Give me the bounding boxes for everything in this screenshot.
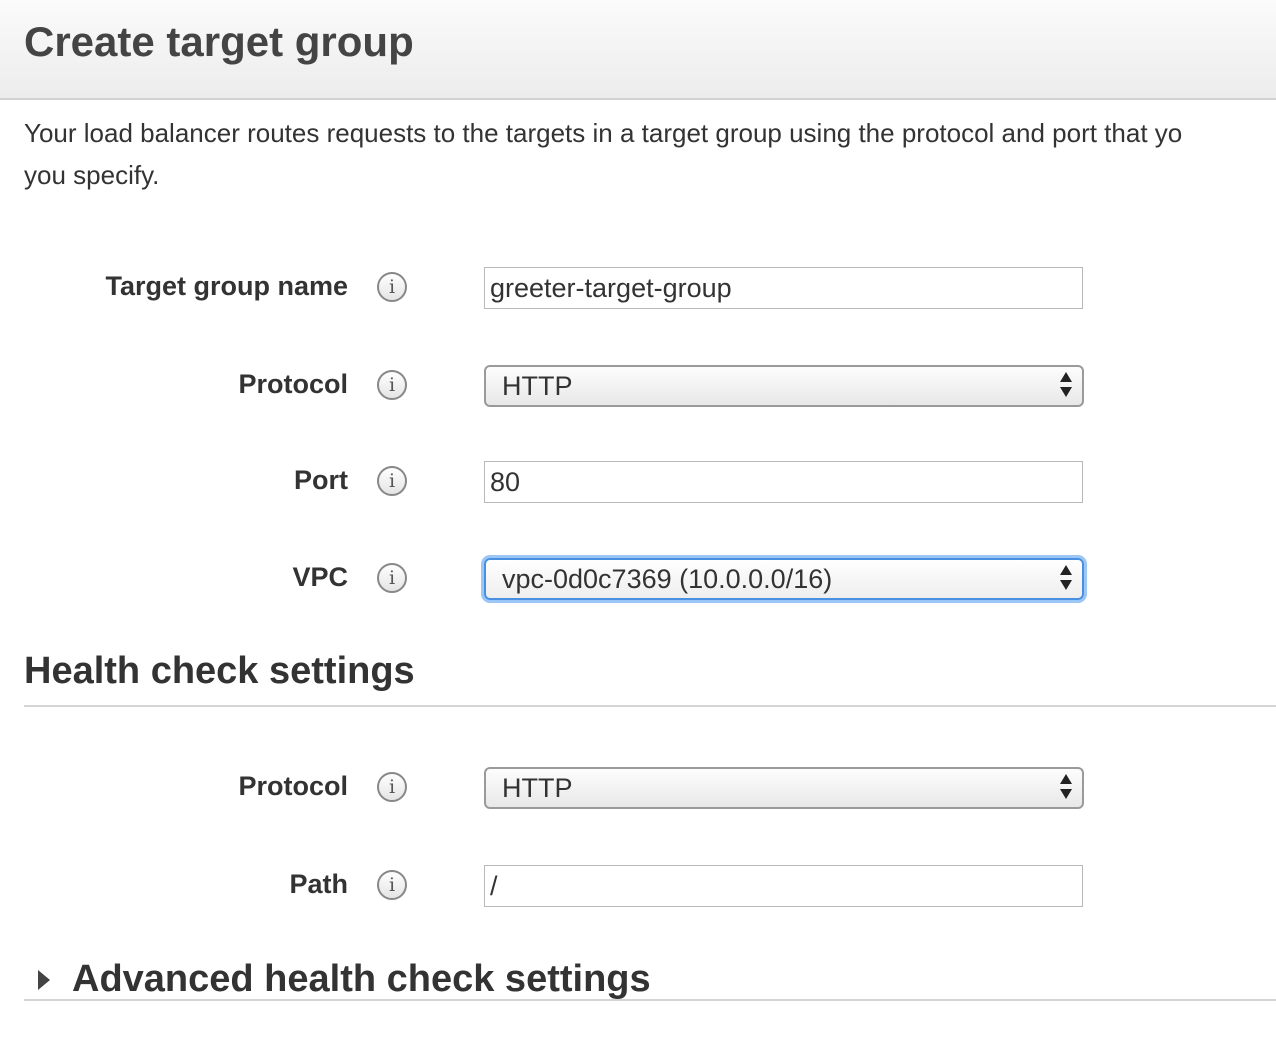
advanced-health-check-title: Advanced health check settings: [72, 958, 651, 1000]
select-arrows-icon: [1060, 772, 1074, 804]
health-check-settings-title: Health check settings: [24, 650, 415, 692]
port-row: Port i: [0, 461, 1276, 505]
vpc-row: VPC i vpc-0d0c7369 (10.0.0.0/16): [0, 558, 1276, 602]
section-divider: [24, 705, 1276, 707]
section-divider: [24, 999, 1276, 1001]
vpc-label: VPC: [292, 562, 348, 592]
port-input[interactable]: [484, 461, 1083, 503]
info-icon[interactable]: i: [377, 772, 407, 802]
health-check-protocol-value: HTTP: [502, 773, 573, 803]
health-check-path-label: Path: [289, 869, 348, 899]
health-check-path-input[interactable]: [484, 865, 1083, 907]
vpc-select[interactable]: vpc-0d0c7369 (10.0.0.0/16): [484, 558, 1084, 600]
protocol-select-value: HTTP: [502, 371, 573, 401]
description-line-2: you specify.: [24, 160, 160, 190]
protocol-label: Protocol: [238, 369, 348, 399]
health-check-protocol-row: Protocol i HTTP: [0, 767, 1276, 811]
page-title: Create target group: [24, 18, 414, 65]
target-group-name-row: Target group name i: [0, 267, 1276, 311]
caret-right-icon: [38, 970, 50, 990]
health-check-protocol-label: Protocol: [238, 771, 348, 801]
select-arrows-icon: [1060, 563, 1074, 595]
health-check-path-row: Path i: [0, 865, 1276, 909]
vpc-select-value: vpc-0d0c7369 (10.0.0.0/16): [502, 564, 833, 594]
page-header: Create target group: [0, 0, 1276, 100]
info-icon[interactable]: i: [377, 870, 407, 900]
page-description: Your load balancer routes requests to th…: [24, 112, 1276, 196]
protocol-select[interactable]: HTTP: [484, 365, 1084, 407]
select-arrows-icon: [1060, 370, 1074, 402]
protocol-row: Protocol i HTTP: [0, 365, 1276, 409]
info-icon[interactable]: i: [377, 563, 407, 593]
port-label: Port: [294, 465, 348, 495]
target-group-name-label: Target group name: [105, 271, 348, 301]
info-icon[interactable]: i: [377, 370, 407, 400]
info-icon[interactable]: i: [377, 272, 407, 302]
target-group-name-input[interactable]: [484, 267, 1083, 309]
description-line-1: Your load balancer routes requests to th…: [24, 118, 1183, 148]
info-icon[interactable]: i: [377, 466, 407, 496]
health-check-protocol-select[interactable]: HTTP: [484, 767, 1084, 809]
